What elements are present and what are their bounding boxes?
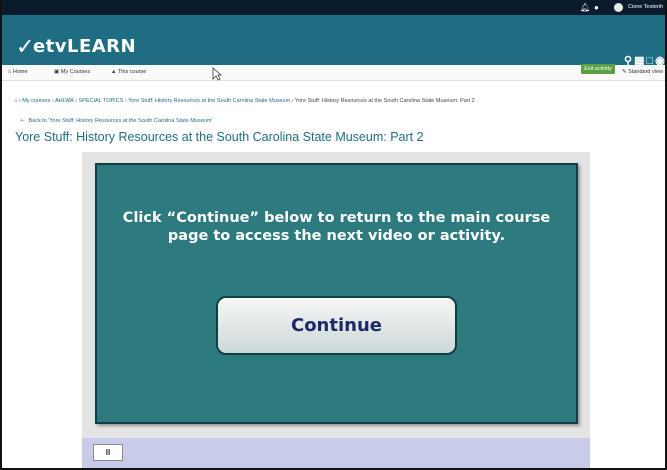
user-name[interactable]: Cione Testenh [628, 4, 663, 10]
course-navbar: ⌂ Home ▣ My Courses ▲ This course [2, 65, 665, 81]
nav-this-course[interactable]: ▲ This course [111, 69, 146, 75]
chat-icon[interactable]: ● [594, 3, 599, 12]
player-control-bar: II [82, 438, 590, 468]
slide-panel: Click “Continue” below to return to the … [95, 163, 578, 424]
home-icon[interactable]: ⌂ [14, 98, 17, 104]
pause-button[interactable]: II [93, 444, 123, 461]
top-bar: 🔔︎ ● Cione Testenh [2, 0, 665, 15]
avatar[interactable] [614, 3, 623, 12]
sitemap-icon: ▲ [111, 69, 117, 75]
exit-activity-button[interactable]: Exit activity [581, 64, 615, 74]
app-frame: 🔔︎ ● Cione Testenh ✓etvLEARN ⚲ ▦ □ ◉ ⌂ Home… [0, 0, 667, 470]
page-title: Yore Stuff: History Resources at the Sou… [15, 130, 424, 144]
mouse-cursor-icon [212, 67, 222, 81]
slide-message: Click “Continue” below to return to the … [122, 210, 551, 244]
back-link[interactable]: 🡨︎ Back to 'Yore Stuff: History Resources… [20, 117, 212, 126]
pencil-icon: ✎ [622, 69, 627, 75]
brand-bar: ✓etvLEARN ⚲ ▦ □ ◉ [2, 15, 665, 67]
breadcrumb-current: Yore Stuff: History Resources at the Sou… [294, 98, 475, 104]
arrow-left-icon: 🡨︎ [20, 118, 25, 124]
nav-my-courses[interactable]: ▣ My Courses [54, 69, 90, 75]
standard-view-toggle[interactable]: ✎ Standard view [622, 69, 663, 75]
nav-home[interactable]: ⌂ Home [8, 69, 28, 75]
breadcrumb-course[interactable]: AHLWA [55, 98, 74, 104]
logo-text: etvLEARN [32, 36, 137, 57]
breadcrumb-my-courses[interactable]: My courses [22, 98, 50, 104]
breadcrumb-section[interactable]: SPECIAL TOPICS [78, 98, 123, 104]
site-logo[interactable]: ✓etvLEARN [16, 35, 136, 60]
breadcrumb-resource[interactable]: Yore Stuff: History Resources at the Sou… [128, 98, 290, 104]
breadcrumb: ⌂ › My courses › AHLWA › SPECIAL TOPICS … [14, 98, 475, 104]
courses-icon: ▣ [54, 69, 60, 75]
home-icon: ⌂ [8, 69, 12, 75]
bell-icon[interactable]: 🔔︎ [580, 3, 590, 12]
continue-button[interactable]: Continue [216, 296, 457, 355]
